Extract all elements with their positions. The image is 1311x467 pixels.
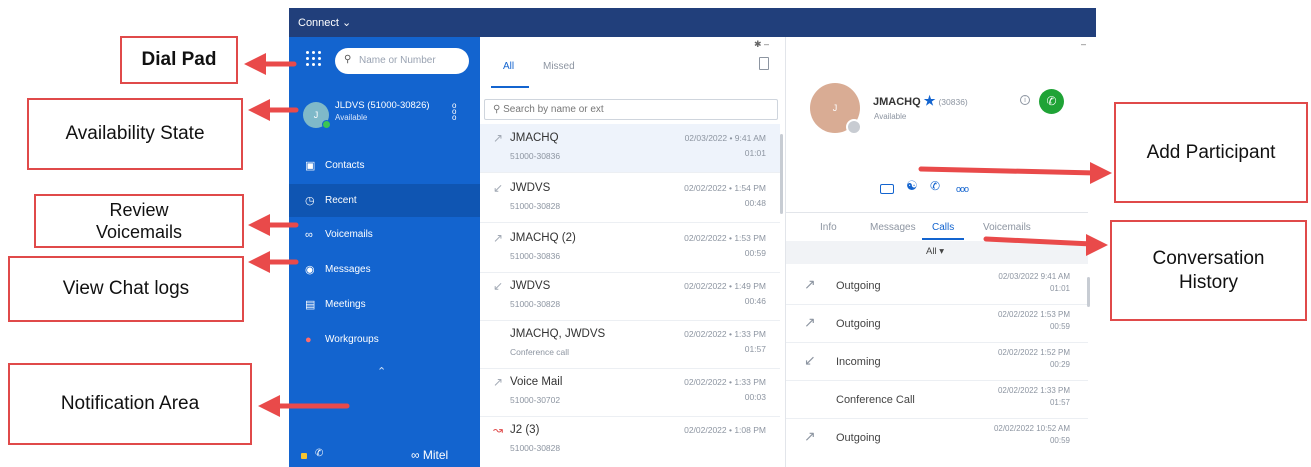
callout-notification-area: Notification Area [8, 363, 252, 445]
favorite-star-icon[interactable]: ★ [924, 93, 936, 108]
dial-pad-icon[interactable] [306, 51, 322, 67]
list-item[interactable]: ↙ JWDVS 51000-30828 02/02/2022 • 1:54 PM 00:… [480, 174, 780, 223]
history-scrollbar[interactable] [1087, 277, 1090, 307]
outgoing-arrow-icon: ↗ [804, 276, 816, 292]
video-call-icon[interactable] [880, 184, 894, 194]
history-row[interactable]: Conference Call 02/02/2022 1:33 PM 01:57 [786, 381, 1088, 419]
voicemail-icon: ∞ [305, 228, 313, 241]
recent-calls-panel: ✱ – All Missed ⚲ Search by name or ext ↗… [480, 37, 786, 467]
tab-missed[interactable]: Missed [543, 61, 575, 72]
contact-detail-panel: – J JMACHQ ★ (30836) Available i ✆ ☯ ✆ o… [786, 37, 1096, 467]
incoming-arrow-icon: ↙ [493, 279, 504, 293]
sidebar-item-recent[interactable]: ◷ Recent [289, 184, 480, 217]
sidebar-item-workgroups[interactable]: ● Workgroups [289, 323, 480, 356]
call-button[interactable]: ✆ [1039, 89, 1064, 114]
status-dot [322, 120, 331, 129]
workgroups-icon: ● [305, 333, 312, 346]
tab-messages[interactable]: Messages [870, 222, 916, 233]
list-search-input[interactable]: ⚲ Search by name or ext [484, 99, 778, 120]
sidebar-item-messages[interactable]: ◉ Messages [289, 253, 480, 286]
list-item[interactable]: ↗ JMACHQ (2) 51000-30836 02/02/2022 • 1:53 … [480, 224, 780, 273]
title-bar: Connect ⌄ [289, 8, 1096, 37]
user-avatar[interactable]: J [303, 102, 331, 129]
callout-conversation-history: Conversation History [1110, 220, 1307, 321]
transfer-call-icon[interactable]: ✆ [930, 179, 940, 193]
list-item[interactable]: ↗ JMACHQ 51000-30836 02/03/2022 • 9:41 AM 01… [480, 124, 780, 173]
list-item[interactable]: ↗ Voice Mail 51000-30702 02/02/2022 • 1:33 … [480, 368, 780, 417]
connect-menu[interactable]: Connect ⌄ [298, 17, 351, 29]
chevron-down-icon: ⌄ [342, 17, 352, 29]
add-participant-icon[interactable]: ☯ [906, 178, 918, 194]
callout-dial-pad: Dial Pad [120, 36, 238, 84]
tab-all-underline [491, 86, 529, 88]
lock-icon [301, 453, 307, 459]
availability-status[interactable]: Available [335, 113, 367, 122]
collapse-chevron-icon[interactable]: ⌃ [377, 365, 386, 378]
sidebar: ⚲ Name or Number J JLDVS (51000-30826) A… [289, 37, 480, 467]
minimize-icon[interactable]: – [1081, 39, 1086, 49]
sidebar-item-voicemails[interactable]: ∞ Voicemails [289, 218, 480, 251]
outgoing-arrow-icon: ↗ [493, 375, 504, 389]
list-item[interactable]: ↙ JWDVS 51000-30828 02/02/2022 • 1:49 PM 00:… [480, 272, 780, 321]
contact-avatar: J [810, 83, 862, 135]
contact-name-line: JMACHQ ★ (30836) [873, 93, 968, 108]
sidebar-item-meetings[interactable]: ▤ Meetings [289, 288, 480, 321]
list-scrollbar[interactable] [780, 134, 783, 214]
callout-availability-state: Availability State [27, 98, 243, 170]
clock-icon: ◷ [305, 195, 315, 207]
tab-calls-underline [922, 238, 964, 240]
callout-review-voicemails: Review Voicemails [34, 194, 244, 248]
mitel-logo: ∞ Mitel [411, 448, 449, 462]
contact-status: Available [874, 112, 907, 121]
list-item[interactable]: JMACHQ, JWDVS Conference call 02/02/2022 •… [480, 320, 780, 369]
callout-view-chat-logs: View Chat logs [8, 256, 244, 322]
search-input[interactable]: ⚲ Name or Number [335, 48, 469, 74]
annotated-screenshot: Connect ⌄ ⚲ Name or Number J JLDVS (5100… [0, 0, 1311, 467]
history-row[interactable]: ↙ Incoming 02/02/2022 1:52 PM 00:29 [786, 343, 1088, 381]
callout-add-participant: Add Participant [1114, 102, 1308, 203]
incoming-arrow-icon: ↙ [493, 181, 504, 195]
detail-divider [786, 212, 1088, 213]
outgoing-arrow-icon: ↗ [493, 231, 504, 245]
search-icon: ⚲ [493, 104, 501, 115]
info-icon[interactable]: i [1020, 95, 1030, 105]
outgoing-arrow-icon: ↗ [804, 428, 816, 444]
pin-icon[interactable]: ✱ – [754, 39, 769, 50]
list-item[interactable]: ↝ J2 (3) 51000-30828 02/02/2022 • 1:08 PM [480, 416, 780, 465]
outgoing-arrow-icon: ↗ [493, 131, 504, 145]
more-options-icon[interactable]: ooo [452, 102, 456, 122]
sidebar-item-contacts[interactable]: ▣ Contacts [289, 149, 480, 182]
tab-info[interactable]: Info [820, 222, 837, 233]
missed-call-icon: ↝ [493, 423, 504, 437]
history-row[interactable]: ↗ Outgoing 02/02/2022 10:52 AM 00:59 [786, 419, 1088, 457]
search-icon: ⚲ [344, 54, 352, 65]
more-options-icon[interactable]: ooo [956, 184, 969, 194]
filter-dropdown[interactable]: All ▾ [926, 246, 944, 257]
calendar-icon: ▤ [305, 299, 316, 311]
mitel-connect-window: Connect ⌄ ⚲ Name or Number J JLDVS (5100… [289, 8, 1096, 467]
contacts-icon: ▣ [305, 160, 316, 172]
incoming-arrow-icon: ↙ [804, 352, 816, 368]
tab-voicemails[interactable]: Voicemails [983, 222, 1031, 233]
tab-all[interactable]: All [503, 61, 514, 72]
history-row[interactable]: ↗ Outgoing 02/02/2022 1:53 PM 00:59 [786, 305, 1088, 343]
status-dot [846, 119, 862, 135]
user-name: JLDVS (51000-30826) [335, 100, 430, 111]
history-row[interactable]: ↗ Outgoing 02/03/2022 9:41 AM 01:01 [786, 267, 1088, 305]
export-icon[interactable] [759, 57, 769, 70]
phone-status-icon[interactable]: ✆ [315, 448, 323, 459]
tab-calls[interactable]: Calls [932, 222, 954, 233]
chat-icon: ◉ [305, 264, 315, 276]
outgoing-arrow-icon: ↗ [804, 314, 816, 330]
